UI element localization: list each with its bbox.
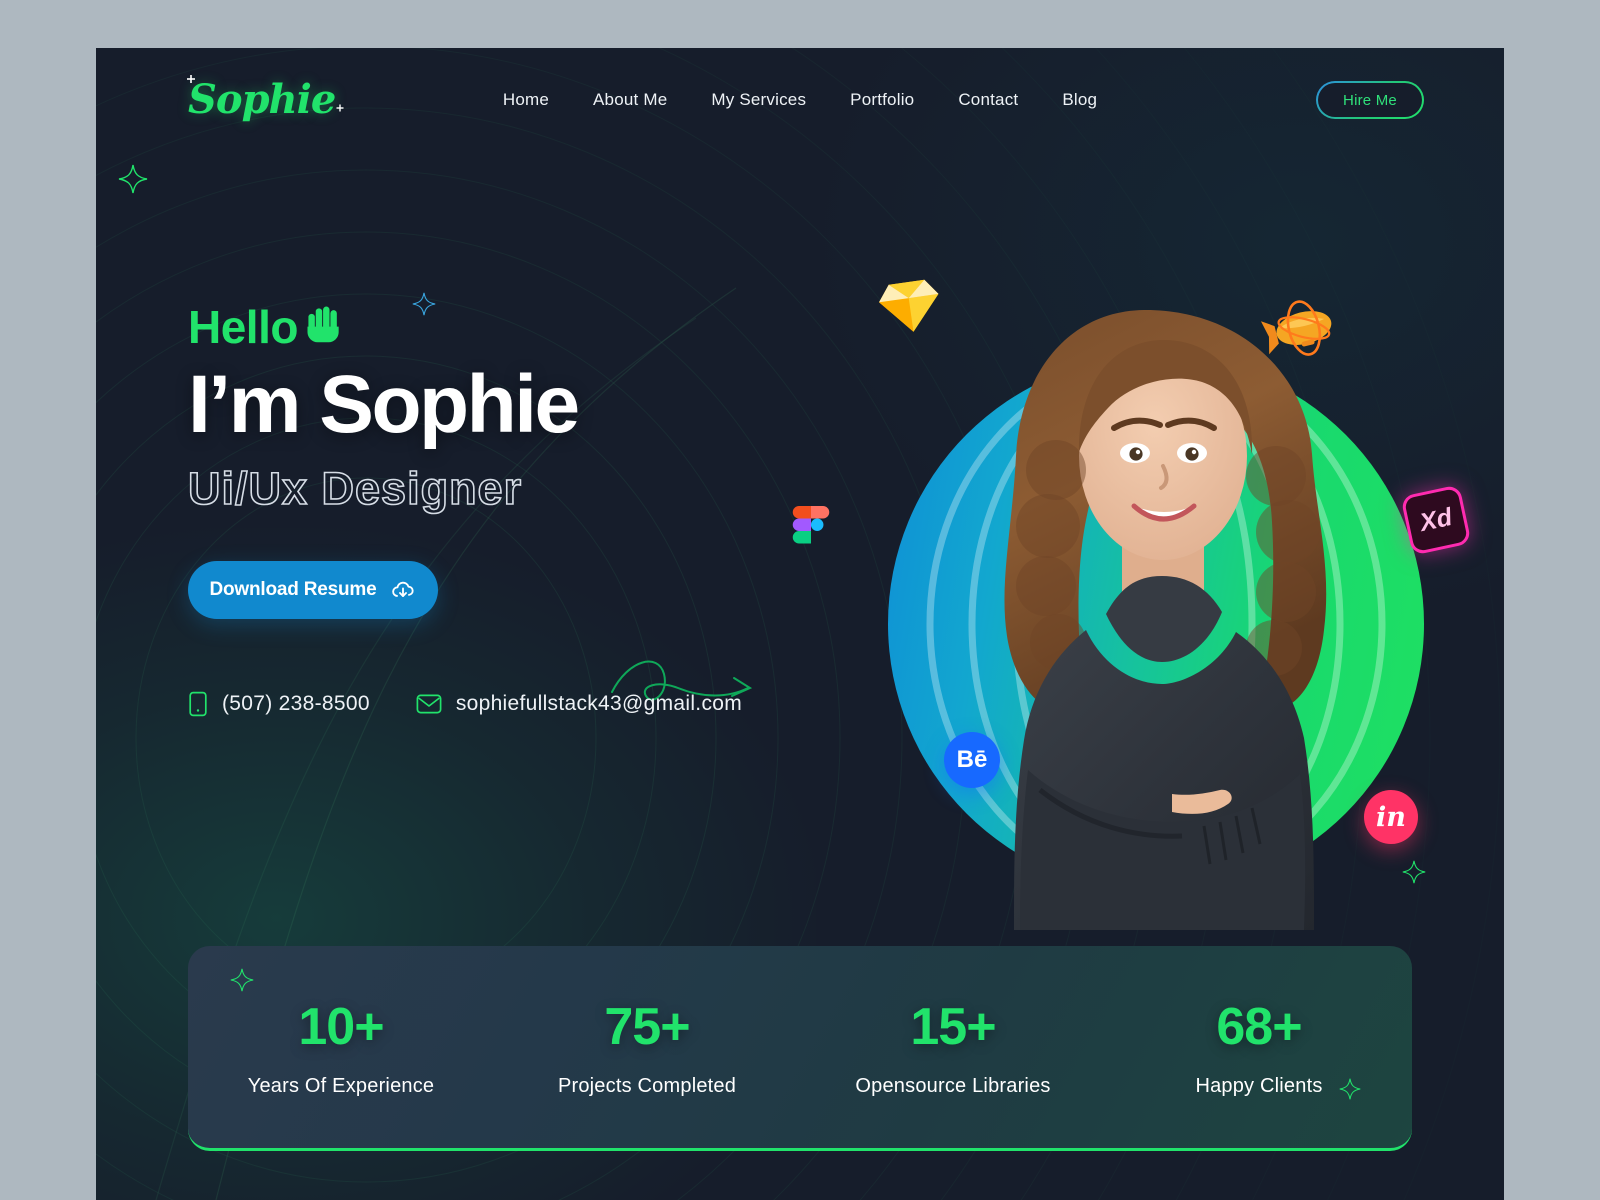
- role-subtitle: Ui/Ux Designer: [187, 462, 523, 515]
- stat-label: Happy Clients: [1195, 1074, 1323, 1097]
- download-resume-label: Download Resume: [209, 578, 377, 600]
- contact-email[interactable]: sophiefullstack43@gmail.com: [416, 692, 742, 716]
- phone-icon: [189, 691, 207, 717]
- sparkle-icon: [118, 164, 148, 194]
- nav-item-home[interactable]: Home: [481, 82, 571, 118]
- invision-label: in: [1376, 801, 1406, 833]
- waving-hand-icon: [307, 306, 339, 343]
- page-title: I’m Sophie: [188, 359, 580, 450]
- greeting-text: Hello: [188, 301, 298, 353]
- hire-me-button[interactable]: Hire Me: [1316, 81, 1424, 119]
- page-canvas: Sophie Home About Me My Services Portfol…: [96, 48, 1504, 1200]
- adobe-xd-label: Xd: [1417, 502, 1455, 537]
- nav-item-portfolio[interactable]: Portfolio: [828, 82, 936, 118]
- hero-text-block: Hello I’m Sophie Ui/Ux Designer Download…: [187, 300, 828, 717]
- nav-item-about-me[interactable]: About Me: [571, 82, 689, 118]
- email-address: sophiefullstack43@gmail.com: [455, 691, 743, 715]
- stat-happy-clients: 68+ Happy Clients: [1106, 997, 1412, 1098]
- stat-value: 68+: [1216, 997, 1302, 1056]
- stats-bar: 10+ Years Of Experience 75+ Projects Com…: [188, 946, 1412, 1151]
- stat-value: 10+: [298, 997, 384, 1056]
- stat-opensource-libraries: 15+ Opensource Libraries: [800, 997, 1106, 1098]
- sketch-icon[interactable]: [874, 274, 945, 340]
- site-header: Sophie Home About Me My Services Portfol…: [96, 48, 1504, 152]
- stat-label: Projects Completed: [557, 1074, 737, 1097]
- stat-value: 75+: [604, 997, 690, 1056]
- greeting-row: Hello: [188, 300, 828, 354]
- figma-icon[interactable]: [786, 506, 836, 580]
- phone-number: (507) 238-8500: [222, 691, 370, 715]
- behance-badge[interactable]: Bē: [944, 732, 1000, 788]
- behance-label: Bē: [956, 746, 988, 773]
- sparkle-icon: [230, 968, 254, 992]
- nav-item-my-services[interactable]: My Services: [689, 82, 828, 118]
- nav-item-blog[interactable]: Blog: [1040, 82, 1119, 118]
- contact-row: (507) 238-8500 sophiefullstack43@gmail.c…: [188, 691, 828, 717]
- stat-label: Years Of Experience: [247, 1074, 435, 1097]
- stat-value: 15+: [910, 997, 996, 1056]
- hero-portrait-block: Bē in Xd: [840, 304, 1472, 930]
- portrait-photo: [1004, 310, 1327, 930]
- stat-years-of-experience: 10+ Years Of Experience: [188, 997, 494, 1098]
- nav-item-contact[interactable]: Contact: [936, 82, 1040, 118]
- envelope-icon: [416, 694, 442, 714]
- stat-label: Opensource Libraries: [855, 1074, 1051, 1097]
- contact-phone[interactable]: (507) 238-8500: [188, 691, 370, 717]
- stat-projects-completed: 75+ Projects Completed: [494, 997, 800, 1098]
- cloud-download-icon: [392, 581, 415, 597]
- main-navigation: Home About Me My Services Portfolio Cont…: [96, 48, 1504, 152]
- download-resume-button[interactable]: Download Resume: [188, 560, 438, 619]
- adobe-xd-badge[interactable]: Xd: [1400, 484, 1472, 556]
- invision-badge[interactable]: in: [1364, 790, 1418, 844]
